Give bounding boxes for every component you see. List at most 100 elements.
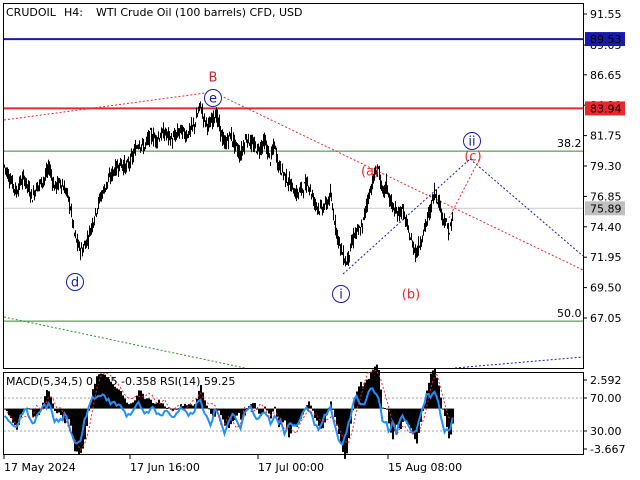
macd-bar [272,408,274,412]
price-marker-label: 75.89 [590,202,622,215]
macd-bar [332,408,334,410]
macd-bar [128,404,130,409]
time-tick-label: 17 Jun 16:00 [130,461,200,474]
macd-bar [12,408,14,423]
price-markers: 89.53 83.94 75.89 [585,32,625,216]
macd-bar [442,408,444,410]
macd-bar [176,408,178,410]
wave-c-line [448,157,481,219]
macd-bar [254,402,256,409]
price-tick-label: 67.05 [590,312,622,325]
description-label: WTI Crude Oil (100 barrels) CFD, USD [96,6,302,19]
price-marker-label: 89.53 [590,33,622,46]
macd-bar [190,404,192,409]
macd-bar [30,408,32,410]
time-tick-label: 15 Aug 08:00 [388,461,462,474]
price-tick-label: 79.30 [590,160,622,173]
macd-bar [162,403,164,409]
macd-bar [222,408,224,420]
macd-bar [158,399,160,409]
indicator-tick-label: 30.00 [590,425,622,438]
indicator-tick-label: -3.667 [590,443,625,456]
wave-label: (b) [402,288,420,303]
level-lines: 38.2 50.0 [4,38,583,322]
macd-bar [70,408,72,426]
macd-bar [340,408,342,443]
macd-bar [144,399,146,409]
main-frame [3,3,584,369]
macd-bar [412,408,414,435]
macd-bar [236,408,238,416]
indicator-axis: 2.592 70.00 30.00 -3.667 [583,374,625,456]
macd-bar [58,408,60,413]
macd-bar [408,408,410,426]
macd-bar [126,402,128,409]
macd-bar [238,408,240,413]
macd-bar [218,408,220,411]
price-chart: CRUDOIL H4: WTI Crude Oil (100 barrels) … [3,3,625,474]
macd-bar [204,400,206,409]
macd-bar [252,403,254,409]
macd-bar [312,408,314,411]
wave-label: (c) [464,150,481,165]
macd-bar [396,408,398,425]
wave-B-line [3,91,214,121]
macd-bar [358,386,360,409]
indicator-label: MACD(5,34,5) 0.075 -0.358 RSI(14) 59.25 [6,375,235,388]
macd-bar [266,408,268,411]
wave-label: ii [468,135,475,150]
macd-bar [74,408,76,452]
macd-bar [210,408,212,414]
macd-bar [142,393,144,409]
price-tick-label: 74.40 [590,221,622,234]
macd-bar [374,366,376,409]
wave-label: i [339,288,343,303]
price-axis: 91.5589.0586.6584.2081.7579.3076.8574.40… [583,8,622,325]
macd-bar [282,408,284,423]
indicator-tick-label: 2.592 [590,374,622,387]
wave-labels: Be d i (a) (b) (c)ii [66,71,482,303]
price-marker-label: 83.94 [590,102,622,115]
macd-bar [448,408,450,439]
macd-bar [8,408,10,416]
price-tick-label: 71.95 [590,251,622,264]
price-tick-label: 91.55 [590,8,622,21]
macd-bar [132,402,134,409]
macd-bar [258,408,260,414]
macd-bar [146,398,148,409]
macd-bar [376,364,378,409]
fib-382-label: 38.2 [557,137,582,150]
macd-bar [338,408,340,435]
symbol-label: CRUDOIL [6,6,57,19]
macd-bar [310,405,312,409]
macd-bar [68,408,70,420]
chart-window: CRUDOIL H4: WTI Crude Oil (100 barrels) … [0,0,640,480]
macd-bar [294,408,296,427]
macd-bar [430,373,432,409]
macd-bar [122,395,124,409]
lower-green-channel [3,316,246,369]
macd-bar [6,408,8,412]
time-axis: 17 May 2024 17 Jun 16:00 17 Jul 00:00 15 Au… [3,455,462,474]
price-tick-label: 69.50 [590,282,622,295]
macd-bar [28,408,30,410]
macd-bar [382,407,384,409]
wave-label: e [209,92,217,107]
macd-bar [316,408,318,421]
macd-bar [170,408,172,410]
macd-bar [60,408,62,415]
time-tick-label: 17 Jul 00:00 [258,461,324,474]
price-tick-label: 86.65 [590,69,622,82]
macd-bar [308,401,310,409]
macd-bar [164,406,166,409]
candles [4,101,453,267]
macd-bar [386,408,388,410]
macd-bar [270,408,272,419]
macd-bar [314,408,316,419]
macd-bar [284,408,286,421]
macd-bar [184,403,186,409]
macd-bar [56,408,58,414]
macd-bar [414,408,416,440]
wave-label: (a) [361,165,379,180]
macd-bar [112,384,114,409]
